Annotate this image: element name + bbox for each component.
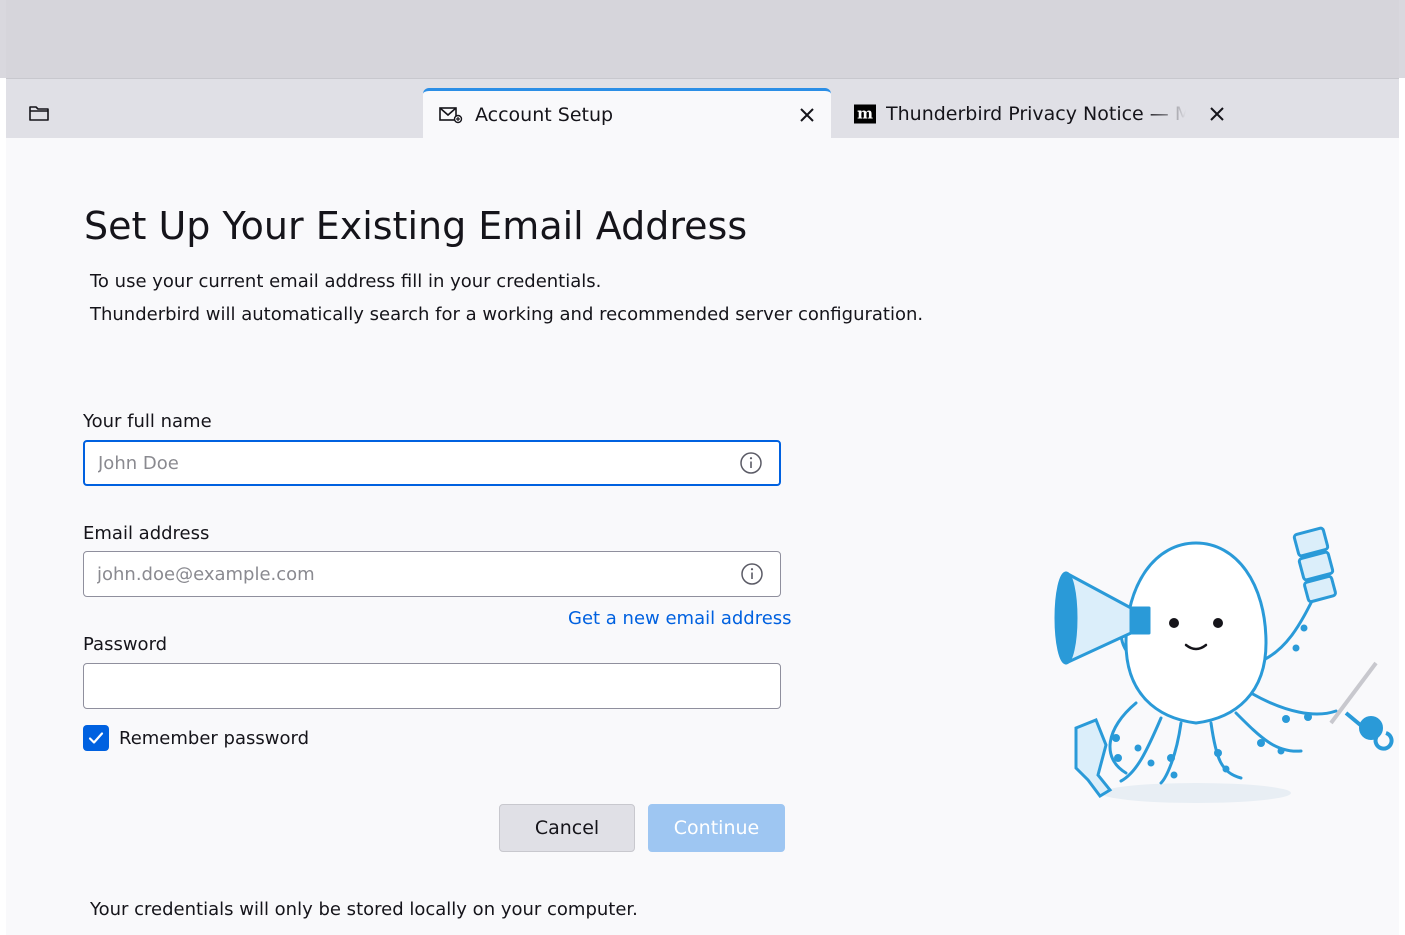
email-label: Email address — [83, 523, 210, 544]
cancel-button[interactable]: Cancel — [499, 804, 635, 852]
info-icon[interactable] — [739, 451, 763, 475]
credentials-note: Your credentials will only be stored loc… — [90, 899, 638, 920]
get-new-email-link[interactable]: Get a new email address — [568, 608, 792, 629]
tab-label: Account Setup — [475, 104, 614, 126]
checkbox-checked-icon[interactable] — [83, 725, 109, 751]
tab-account-setup[interactable]: Account Setup — [423, 88, 831, 139]
full-name-input[interactable] — [98, 442, 698, 484]
window-title-area — [0, 0, 1405, 78]
tab-privacy-notice[interactable]: m Thunderbird Privacy Notice — Mozilla — [838, 88, 1238, 139]
remember-password-checkbox[interactable]: Remember password — [83, 725, 309, 751]
password-label: Password — [83, 634, 168, 655]
continue-button[interactable]: Continue — [648, 804, 785, 852]
password-input[interactable] — [97, 664, 697, 708]
title-bar-fill — [6, 0, 1399, 78]
email-input[interactable] — [97, 552, 697, 596]
intro-text-line-2: Thunderbird will automatically search fo… — [90, 304, 924, 325]
close-icon[interactable] — [799, 107, 815, 123]
folder-icon[interactable] — [28, 104, 50, 122]
mozilla-logo-text: m — [854, 104, 876, 123]
intro-text-line-1: To use your current email address fill i… — [90, 271, 602, 292]
full-name-label: Your full name — [83, 411, 212, 432]
password-field[interactable] — [83, 663, 781, 709]
account-setup-page: Set Up Your Existing Email Address To us… — [6, 138, 1399, 935]
page-title: Set Up Your Existing Email Address — [84, 204, 748, 248]
remember-password-label: Remember password — [119, 727, 309, 749]
tab-strip: Account Setup m Thunderbird Privacy Noti… — [6, 78, 1399, 139]
tab-label: Thunderbird Privacy Notice — Mozilla — [886, 102, 1186, 125]
mozilla-m-icon: m — [854, 104, 876, 123]
envelope-setup-icon — [439, 106, 463, 124]
email-field[interactable] — [83, 551, 781, 597]
full-name-field[interactable] — [83, 440, 781, 486]
info-icon[interactable] — [740, 562, 764, 586]
close-icon[interactable] — [1209, 106, 1225, 122]
octopus-mascot-illustration — [1046, 513, 1396, 817]
